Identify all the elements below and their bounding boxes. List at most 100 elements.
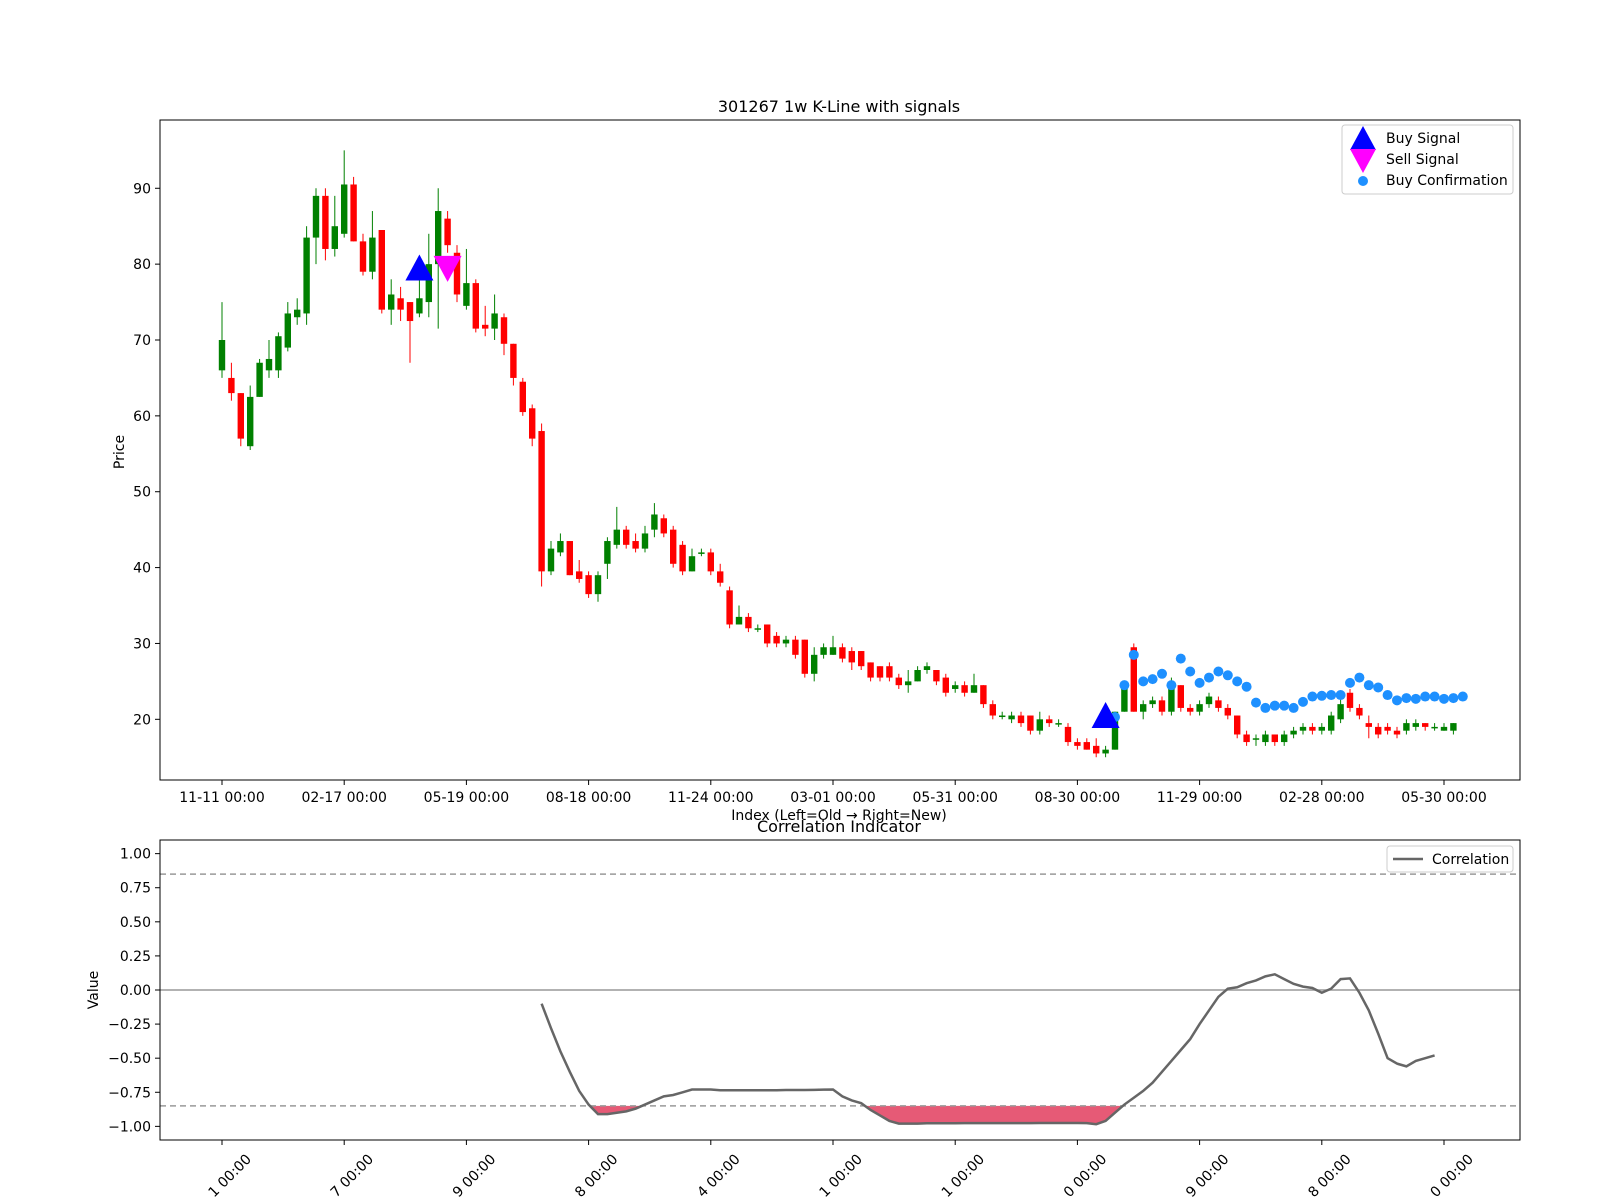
buy-confirmation-marker xyxy=(1382,690,1393,701)
kline-x-tick-label: 08-18 00:00 xyxy=(546,790,631,806)
kline-y-tick-label: 80 xyxy=(133,257,151,273)
candle-body-down xyxy=(1064,726,1072,743)
candle-body-down xyxy=(1365,723,1372,727)
candle-body-down xyxy=(801,639,808,674)
buy-confirmation-marker xyxy=(1147,674,1158,685)
kline-title: 301267 1w K-Line with signals xyxy=(718,97,960,116)
candle-body-down xyxy=(876,666,884,678)
candle-body-up xyxy=(1149,700,1156,705)
candle-body-up xyxy=(604,541,611,564)
buy-confirmation-marker xyxy=(1439,693,1449,704)
candle-body-up xyxy=(923,666,931,670)
buy-confirmation-marker xyxy=(1288,702,1299,713)
correlation-y-tick-label: 0.75 xyxy=(120,881,151,897)
kline-y-tick-label: 40 xyxy=(133,561,151,577)
candle-body-down xyxy=(980,685,987,705)
candle-body-down xyxy=(510,343,517,378)
candle-body-up xyxy=(331,226,338,249)
candle-body-up xyxy=(416,298,423,314)
sell-signal-legend-label: Sell Signal xyxy=(1386,152,1459,168)
candle-body-down xyxy=(1158,700,1166,712)
buy-confirmation-marker xyxy=(1429,691,1440,702)
kline-y-tick-label: 30 xyxy=(133,636,151,652)
buy-confirmation-marker xyxy=(1457,691,1468,702)
correlation-x-tick-label: 1 00:00 xyxy=(939,1152,988,1200)
buy-confirmation-marker xyxy=(1373,682,1384,693)
kline-x-tick-label: 02-28 00:00 xyxy=(1279,790,1364,806)
candle-body-up xyxy=(388,294,395,310)
kline-legend: Buy Signal Sell Signal Buy Confirmation xyxy=(1341,124,1514,195)
candle-body-up xyxy=(218,340,226,371)
correlation-y-tick-label: −0.25 xyxy=(108,1017,151,1033)
candle-body-up xyxy=(547,548,555,572)
kline-y-tick-label: 60 xyxy=(133,409,151,425)
correlation-line xyxy=(540,973,1435,1126)
candle-body-down xyxy=(1093,745,1100,754)
candle-body-down xyxy=(745,616,752,629)
candle-body-down xyxy=(858,651,865,667)
correlation-y-tick-label: −0.75 xyxy=(108,1085,151,1101)
kline-y-tick-label: 70 xyxy=(133,333,151,349)
buy-confirmation-marker xyxy=(1157,668,1167,679)
correlation-x-tick-label: 8 00:00 xyxy=(572,1152,621,1200)
buy-confirmation-marker xyxy=(1335,690,1346,701)
candle-body-down xyxy=(942,677,949,693)
candle-body-down xyxy=(322,195,329,249)
candle-body-up xyxy=(1281,734,1288,743)
candle-body-up xyxy=(952,685,959,689)
buy-confirmation-marker xyxy=(1260,702,1271,713)
candle-body-down xyxy=(961,685,968,693)
correlation-legend: Correlation xyxy=(1386,845,1514,873)
buy-confirmation-marker xyxy=(1420,691,1431,702)
candle-body-down xyxy=(1422,723,1429,727)
correlation-x-tick-label: 9 00:00 xyxy=(1183,1152,1232,1200)
candle-body-up xyxy=(1450,723,1457,731)
correlation-y-tick-label: −0.50 xyxy=(108,1051,151,1067)
buy-confirmation-marker xyxy=(1316,690,1327,701)
candle-body-up xyxy=(688,556,696,572)
correlation-x-tick-label: 0 00:00 xyxy=(1061,1152,1110,1200)
candle-body-down xyxy=(726,590,733,625)
correlation-series-line xyxy=(540,973,1435,1126)
figure: 301267 1w K-Line with signals 20 30 40 50 60… xyxy=(86,97,1521,1200)
candle-body-up xyxy=(284,313,291,348)
kline-x-tick-label: 02-17 00:00 xyxy=(301,790,386,806)
candle-body-up xyxy=(782,639,790,644)
correlation-y-ticks: 1.00 0.75 0.50 0.25 0.00 −0.25 −0.50 −0.75 −1.00 xyxy=(108,847,160,1135)
buy-confirmation-marker xyxy=(1204,672,1214,683)
candle-body-up xyxy=(1252,738,1260,740)
candle-body-down xyxy=(1224,707,1231,716)
correlation-legend-label: Correlation xyxy=(1432,852,1509,868)
correlation-y-tick-label: 1.00 xyxy=(120,847,151,863)
correlation-x-tick-label: 0 00:00 xyxy=(1428,1152,1477,1200)
correlation-x-tick-label: 4 00:00 xyxy=(694,1152,743,1200)
correlation-x-tick-label: 9 00:00 xyxy=(450,1152,499,1200)
buy-confirmation-marker xyxy=(1410,693,1421,704)
buy-confirmation-marker xyxy=(1232,676,1243,687)
candle-body-down xyxy=(482,324,489,329)
buy-confirmation-marker xyxy=(1392,695,1402,706)
candle-body-up xyxy=(1036,719,1043,731)
buy-confirmation-marker xyxy=(1448,693,1459,704)
kline-x-tick-label: 08-30 00:00 xyxy=(1035,790,1120,806)
candle-body-up xyxy=(1440,726,1448,731)
correlation-y-tick-label: 0.00 xyxy=(120,983,151,999)
candle-body-up xyxy=(1431,726,1438,729)
candle-body-up xyxy=(970,685,978,693)
candle-body-up xyxy=(463,283,470,306)
candle-body-down xyxy=(1083,742,1090,750)
buy-confirmation-marker xyxy=(1128,649,1139,660)
candle-body-down xyxy=(529,408,536,439)
kline-y-tick-label: 50 xyxy=(133,485,151,501)
correlation-y-tick-label: 0.50 xyxy=(120,915,151,931)
correlation-x-tick-label: 1 00:00 xyxy=(206,1152,255,1200)
candle-body-up xyxy=(312,195,320,238)
candle-body-down xyxy=(660,518,667,534)
candle-body-up xyxy=(999,715,1006,718)
candle-body-down xyxy=(585,575,592,595)
buy-confirmation-marker xyxy=(1119,680,1130,691)
candle-body-down xyxy=(839,647,846,659)
candle-body-up xyxy=(754,628,761,630)
correlation-y-tick-label: −1.00 xyxy=(108,1119,151,1135)
candle-body-down xyxy=(1384,726,1391,731)
